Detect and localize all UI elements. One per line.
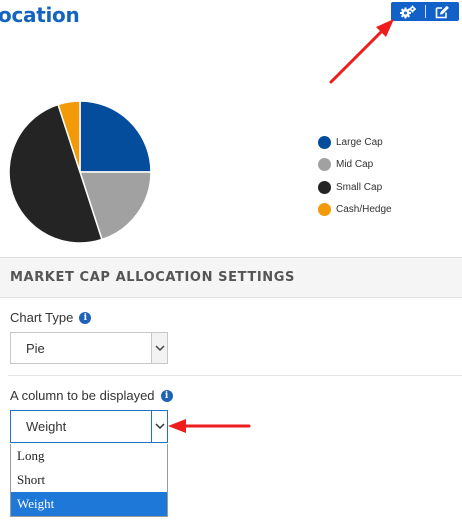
edit-icon <box>435 5 449 18</box>
column-dropdown-arrow[interactable] <box>151 411 167 442</box>
settings-button[interactable] <box>391 2 425 21</box>
column-select[interactable]: Weight <box>10 410 168 443</box>
legend-item-large-cap[interactable]: Large Cap <box>318 131 392 154</box>
legend-swatch <box>318 180 331 194</box>
legend-label: Cash/Hedge <box>336 204 392 216</box>
legend-swatch <box>318 158 331 172</box>
settings-panel-header: MARKET CAP ALLOCATION SETTINGS <box>0 257 462 298</box>
chart-type-select[interactable]: Pie <box>10 332 168 364</box>
legend-swatch <box>318 135 331 149</box>
annotation-arrow-column-select <box>168 419 251 433</box>
legend-swatch <box>318 203 331 217</box>
option-weight[interactable]: Weight <box>11 492 167 516</box>
annotation-arrow-settings <box>329 19 394 84</box>
legend-item-cash-hedge[interactable]: Cash/Hedge <box>318 199 392 222</box>
legend-item-small-cap[interactable]: Small Cap <box>318 176 392 199</box>
chevron-down-icon <box>154 344 165 351</box>
legend-item-mid-cap[interactable]: Mid Cap <box>318 154 392 177</box>
option-short[interactable]: Short <box>11 468 167 492</box>
legend-label: Small Cap <box>336 181 383 193</box>
chart-type-dropdown-arrow[interactable] <box>151 333 167 363</box>
edit-button[interactable] <box>426 2 460 21</box>
column-value: Weight <box>26 419 67 434</box>
chart-legend: Large Cap Mid Cap Small Cap Cash/Hedge <box>318 131 392 221</box>
chevron-down-icon <box>154 423 165 430</box>
column-options-list: Long Short Weight <box>10 444 168 517</box>
column-label-text: A column to be displayed <box>10 388 155 403</box>
chart-type-label: Chart Type i <box>10 310 92 325</box>
option-long[interactable]: Long <box>11 444 167 468</box>
chart-toolbar <box>391 2 459 21</box>
page-title: ocation <box>0 3 80 27</box>
pie-chart <box>8 100 152 244</box>
chart-type-label-text: Chart Type <box>10 310 74 325</box>
info-icon[interactable]: i <box>160 389 173 402</box>
section-divider <box>8 375 462 376</box>
chart-type-value: Pie <box>26 340 45 356</box>
legend-label: Mid Cap <box>336 159 374 171</box>
settings-title: MARKET CAP ALLOCATION SETTINGS <box>10 270 296 285</box>
legend-label: Large Cap <box>336 136 383 148</box>
pie-slice-large-cap[interactable] <box>79 100 152 173</box>
gears-icon <box>399 5 416 18</box>
column-label: A column to be displayed i <box>10 388 173 403</box>
info-icon[interactable]: i <box>79 311 92 324</box>
